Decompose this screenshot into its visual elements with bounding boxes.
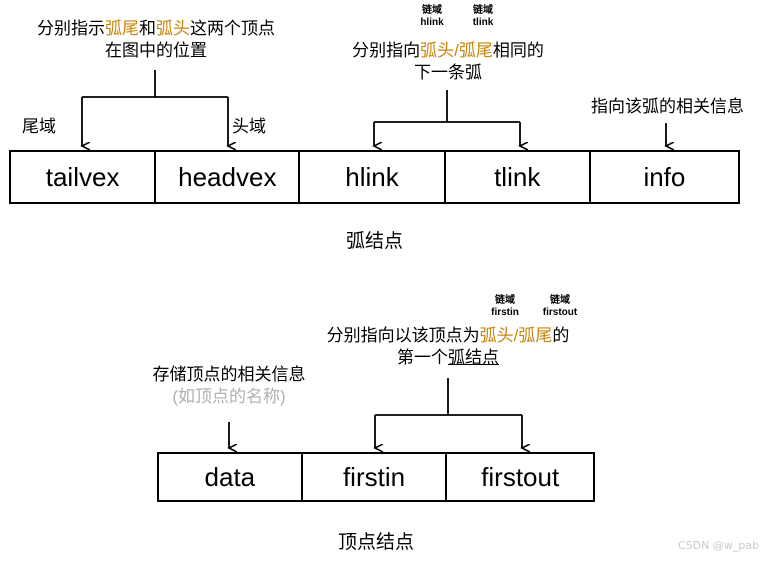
vertex-node-caption: 顶点结点 [337, 532, 414, 553]
tiny-label-firstout: 链域 firstout [529, 295, 591, 319]
tiny-label-hlink-domain: 链域 [422, 5, 442, 16]
ann-text: 分别指示 [37, 19, 105, 38]
annotation-first-arc-line1: 分别指向以该顶点为弧头/弧尾的 [304, 325, 592, 347]
ann-underlined-arc-node: 弧结点 [448, 348, 499, 367]
tiny-label-hlink: 链域 hlink [404, 5, 460, 29]
ann-highlight-arc-head: 弧头 [156, 19, 190, 38]
side-label-head: 头域 [232, 117, 266, 136]
arc-node-cell-tailvex: tailvex [11, 152, 157, 202]
ann-text: 的 [552, 326, 570, 345]
arc-node-cell-info: info [643, 161, 686, 192]
tiny-label-tlink: 链域 tlink [455, 5, 511, 29]
tiny-label-firstin-domain: 链域 [495, 295, 515, 306]
vertex-node-cell-firstin: firstin [303, 454, 448, 500]
arc-node-cell-headvex: headvex [156, 152, 301, 202]
watermark: CSDN @w_pab [678, 539, 760, 552]
arc-node-caption: 弧结点 [345, 231, 403, 252]
ann-text: 第一个 [397, 348, 448, 367]
vertex-node-cell-data: data [159, 454, 303, 500]
annotation-first-arc-line2: 第一个弧结点 [304, 347, 592, 369]
ann-text: 相同的 [492, 41, 544, 60]
annotation-vertex-position-line1: 分别指示弧尾和弧头这两个顶点 [6, 18, 306, 40]
ann-text: 分别指向以该顶点为 [326, 326, 480, 345]
annotation-next-arc-line2: 下一条弧 [414, 63, 482, 82]
arc-node-cell-hlink: hlink [300, 152, 446, 202]
tiny-label-firstin-field: firstin [491, 307, 519, 318]
annotation-vertex-position-line2: 在图中的位置 [105, 41, 207, 60]
ann-highlight-arc-tail: 弧尾 [518, 326, 553, 345]
annotation-info: 指向该弧的相关信息 [591, 97, 744, 116]
ann-text: 分别指向 [352, 41, 421, 60]
ann-highlight-arc-tail: 弧尾 [458, 41, 493, 60]
annotation-next-arc: 分别指向弧头/弧尾相同的 下一条弧 [330, 40, 566, 84]
diagram-canvas: 分别指示弧尾和弧头这两个顶点 在图中的位置 链域 hlink 链域 tlink … [0, 0, 769, 561]
ann-highlight-arc-head: 弧头 [479, 326, 514, 345]
annotation-data: 存储顶点的相关信息 (如顶点的名称) [129, 364, 329, 408]
vertex-node-cell-firstout: firstout [481, 461, 560, 492]
tiny-label-tlink-field: tlink [472, 17, 494, 28]
annotation-data-line2: (如顶点的名称) [172, 387, 286, 406]
arc-node-cell-tlink: tlink [446, 152, 591, 202]
tiny-label-firstout-domain: 链域 [550, 295, 570, 306]
ann-text: 和 [139, 19, 156, 38]
tiny-label-firstin: 链域 firstin [477, 295, 533, 319]
annotation-vertex-position: 分别指示弧尾和弧头这两个顶点 在图中的位置 [6, 18, 306, 62]
annotation-data-line1: 存储顶点的相关信息 [152, 365, 306, 384]
side-label-tail: 尾域 [22, 117, 56, 136]
tiny-label-tlink-domain: 链域 [473, 5, 493, 16]
annotation-first-arc: 分别指向以该顶点为弧头/弧尾的 第一个弧结点 [304, 325, 592, 369]
tiny-label-hlink-field: hlink [420, 17, 444, 28]
ann-highlight-arc-head: 弧头 [420, 41, 455, 60]
tiny-label-firstout-field: firstout [542, 307, 578, 318]
vertex-node-box: data firstin firstout [157, 452, 595, 502]
arc-node-box: tailvex headvex hlink tlink info [9, 150, 740, 204]
ann-highlight-arc-tail: 弧尾 [105, 19, 139, 38]
ann-text: 这两个顶点 [190, 19, 275, 38]
annotation-next-arc-line1: 分别指向弧头/弧尾相同的 [330, 40, 566, 62]
